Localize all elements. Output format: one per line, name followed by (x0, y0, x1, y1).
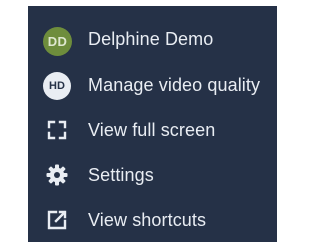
avatar-slot: DD (28, 17, 88, 62)
settings-label: Settings (88, 165, 154, 185)
user-menu-dropdown: DD Delphine Demo HD Manage video quality… (28, 6, 277, 242)
gear-icon (46, 164, 68, 186)
menu-item-profile[interactable]: DD Delphine Demo (28, 17, 277, 62)
menu-item-settings[interactable]: Settings (28, 153, 277, 198)
menu-item-view-full-screen[interactable]: View full screen (28, 108, 277, 153)
menu-item-view-shortcuts[interactable]: View shortcuts (28, 198, 277, 242)
profile-name-label: Delphine Demo (88, 29, 214, 49)
menu-item-manage-video-quality[interactable]: HD Manage video quality (28, 63, 277, 108)
fullscreen-icon (47, 120, 67, 140)
view-shortcuts-label: View shortcuts (88, 210, 207, 230)
hd-icon: HD (43, 72, 71, 100)
manage-video-quality-label: Manage video quality (88, 75, 261, 95)
avatar: DD (43, 27, 72, 56)
external-link-icon (47, 210, 67, 230)
view-full-screen-label: View full screen (88, 120, 216, 140)
